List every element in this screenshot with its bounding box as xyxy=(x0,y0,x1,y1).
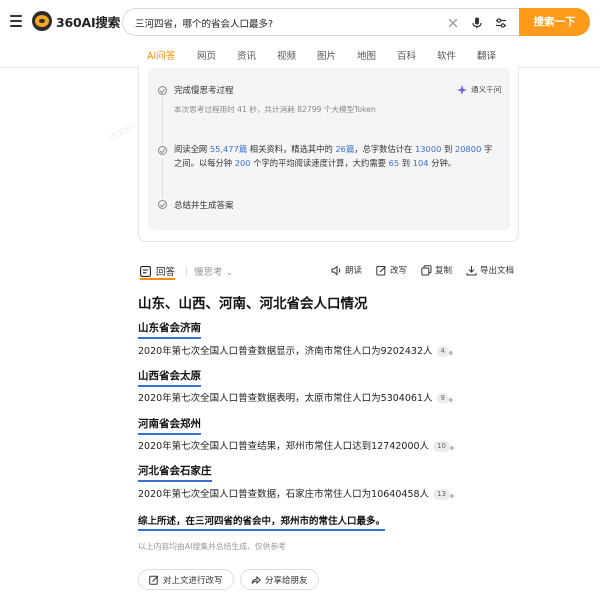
answer-title: 山东、山西、河南、河北省会人口情况 xyxy=(138,296,368,312)
tab-ai-qa[interactable]: AI问答 xyxy=(147,48,175,68)
section-text: 2020年第七次全国人口普查数据显示，济南市常住人口为9202432人 4。 xyxy=(138,346,459,357)
check-circle-icon xyxy=(158,200,167,209)
logo-text: 360AI搜索 xyxy=(56,14,121,30)
export-icon xyxy=(466,265,477,275)
logo[interactable]: 360AI搜索 xyxy=(32,11,120,31)
top-bar: 360AI搜索 搜索一下 xyxy=(0,0,600,44)
step-connector xyxy=(162,97,163,144)
search-button[interactable]: 搜索一下 xyxy=(519,8,590,36)
step-title: 总结并生成答案 xyxy=(174,201,234,211)
tab-software[interactable]: 软件 xyxy=(437,48,456,62)
answer-summary: 综上所述，在三河四省的省会中，郑州市的常住人口最多。 xyxy=(138,513,386,531)
tab-web[interactable]: 网页 xyxy=(197,48,216,62)
search-box xyxy=(122,8,522,36)
section-heading: 河北省会石家庄 xyxy=(138,463,212,482)
model-name: 通义千问 xyxy=(471,85,502,94)
logo-mark-icon xyxy=(32,11,52,31)
menu-icon[interactable] xyxy=(10,15,22,27)
step-title: 完成慢思考过程 xyxy=(174,86,234,96)
citation-badge[interactable]: 10 xyxy=(433,441,450,452)
share-icon xyxy=(251,575,261,584)
check-circle-icon xyxy=(158,86,167,95)
citation-badge[interactable]: 9 xyxy=(436,393,449,404)
citation-badge[interactable]: 13 xyxy=(433,489,450,500)
category-tabs: AI问答 网页 资讯 视频 图片 地图 百科 软件 翻译 xyxy=(0,44,600,68)
tab-slow-think[interactable]: 慢思考 ⌄ xyxy=(194,264,233,278)
rewrite-button[interactable]: 改写 xyxy=(376,264,407,276)
tab-video[interactable]: 视频 xyxy=(277,48,296,62)
divider xyxy=(186,266,187,276)
tab-translate[interactable]: 翻译 xyxy=(477,48,496,62)
share-button[interactable]: 分享给朋友 xyxy=(240,569,319,590)
copy-icon xyxy=(421,264,432,275)
link-picked[interactable]: 26篇 xyxy=(335,144,354,154)
step-body: 阅读全网 55,477篇 相关资料，精选其中的 26篇，总字数估计在 13000… xyxy=(174,144,493,168)
section-heading: 山东省会济南 xyxy=(138,320,201,339)
tab-news[interactable]: 资讯 xyxy=(237,48,256,62)
filter-icon[interactable] xyxy=(493,15,509,31)
answer-icon xyxy=(140,265,151,277)
tab-map[interactable]: 地图 xyxy=(357,48,376,62)
speaker-icon xyxy=(331,264,341,276)
edit-icon xyxy=(149,575,159,585)
link-pages[interactable]: 55,477篇 xyxy=(210,144,247,154)
section-heading: 河南省会郑州 xyxy=(138,416,201,435)
watermark: ▢▢▢▢ xyxy=(107,122,135,142)
ai-disclaimer: 以上内容均由AI搜集并总结生成，仅供参考 xyxy=(138,542,286,551)
tab-answer-label: 回答 xyxy=(156,267,176,278)
tab-images[interactable]: 图片 xyxy=(317,48,336,62)
rewrite-above-button[interactable]: 对上文进行改写 xyxy=(138,569,234,590)
citation-badge[interactable]: 4 xyxy=(436,346,449,357)
model-tag: 通义千问 xyxy=(457,84,501,95)
section-text: 2020年第七次全国人口普查数据，石家庄市常住人口为10640458人 13。 xyxy=(138,489,460,500)
clear-icon[interactable] xyxy=(445,15,461,31)
tab-baike[interactable]: 百科 xyxy=(397,48,416,62)
search-input[interactable] xyxy=(135,14,425,31)
step-subtitle: 本次思考过程用时 41 秒，共计消耗 82799 个大模型Token xyxy=(174,105,376,114)
check-circle-icon xyxy=(158,146,167,155)
read-aloud-button[interactable]: 朗读 xyxy=(331,264,362,276)
export-doc-button[interactable]: 导出文档 xyxy=(466,264,514,276)
tab-answer[interactable]: 回答 xyxy=(140,264,176,280)
section-text: 2020年第七次全国人口普查数据表明，太原市常住人口为5304061人 9。 xyxy=(138,393,459,404)
copy-button[interactable]: 复制 xyxy=(421,264,452,276)
step-connector xyxy=(162,158,163,198)
microphone-icon[interactable] xyxy=(469,15,485,31)
section-heading: 山西省会太原 xyxy=(138,368,201,387)
section-text: 2020年第七次全国人口普查结果，郑州市常住人口达到12742000人 10。 xyxy=(138,441,460,452)
edit-icon xyxy=(376,265,386,275)
sparkle-icon xyxy=(457,84,467,95)
